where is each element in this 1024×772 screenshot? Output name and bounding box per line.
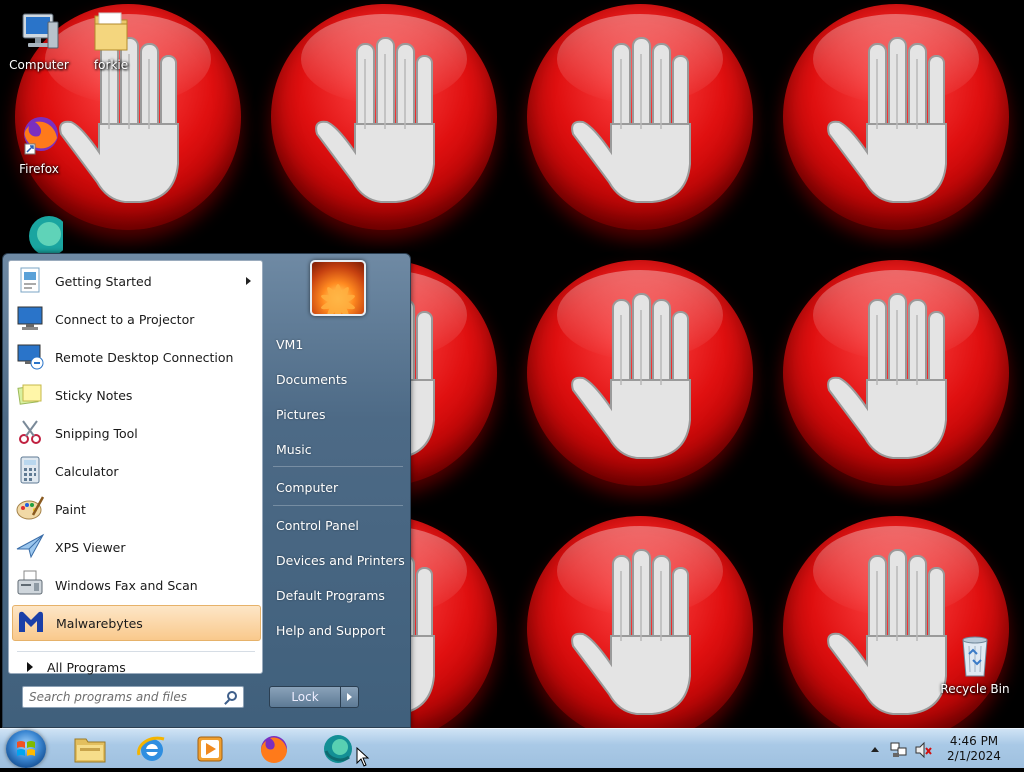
search-icon[interactable] bbox=[227, 691, 237, 701]
start-link-music[interactable]: Music bbox=[276, 442, 312, 457]
projector-icon bbox=[15, 303, 49, 335]
taskbar: 4:46 PM 2/1/2024 bbox=[0, 728, 1024, 768]
start-link-default-programs[interactable]: Default Programs bbox=[276, 588, 385, 603]
program-label: Sticky Notes bbox=[55, 387, 133, 403]
internet-explorer-icon bbox=[137, 736, 165, 761]
scissors-icon bbox=[15, 417, 49, 449]
wallpaper-hand-tile bbox=[527, 516, 753, 728]
program-item-paint[interactable]: Paint bbox=[12, 491, 261, 527]
taskbar-media-player-button[interactable] bbox=[182, 731, 238, 767]
search-placeholder: Search programs and files bbox=[29, 690, 187, 704]
firefox-icon bbox=[261, 736, 287, 763]
start-link-control-panel[interactable]: Control Panel bbox=[276, 518, 359, 533]
program-label: XPS Viewer bbox=[55, 539, 126, 555]
firefox-icon bbox=[15, 112, 63, 160]
start-menu-programs-pane: Getting Started Connect to a Projector Rem… bbox=[8, 260, 263, 675]
lock-label: Lock bbox=[291, 690, 319, 704]
program-item-windows-fax-and-scan[interactable]: Windows Fax and Scan bbox=[12, 567, 261, 603]
taskbar-internet-explorer-button[interactable] bbox=[124, 731, 180, 767]
program-item-getting-started[interactable]: Getting Started bbox=[12, 263, 261, 299]
program-item-remote-desktop-connection[interactable]: Remote Desktop Connection bbox=[12, 339, 261, 375]
explorer-icon bbox=[74, 738, 106, 763]
paint-palette-icon bbox=[15, 493, 49, 525]
submenu-arrow-icon[interactable] bbox=[246, 277, 251, 285]
wallpaper-hand-tile bbox=[783, 516, 1009, 728]
wallpaper-hand-tile bbox=[783, 4, 1009, 230]
desktop-icon-firefox[interactable]: Firefox bbox=[4, 112, 74, 176]
getting-started-icon bbox=[15, 265, 49, 297]
start-button[interactable] bbox=[6, 730, 46, 768]
wallpaper-hand-tile bbox=[527, 4, 753, 230]
lock-button[interactable]: Lock bbox=[269, 686, 359, 708]
sticky-notes-icon bbox=[15, 379, 49, 411]
program-label: Connect to a Projector bbox=[55, 311, 195, 327]
media-player-icon bbox=[197, 736, 223, 762]
start-link-vm1[interactable]: VM1 bbox=[276, 337, 303, 352]
program-label: Malwarebytes bbox=[56, 615, 143, 631]
program-label: Paint bbox=[55, 501, 86, 517]
program-item-calculator[interactable]: Calculator bbox=[12, 453, 261, 489]
calculator-icon bbox=[15, 455, 49, 487]
malwarebytes-icon bbox=[16, 607, 50, 639]
wallpaper-hand-tile bbox=[783, 260, 1009, 486]
all-programs-label: All Programs bbox=[47, 659, 126, 675]
start-link-help-and-support[interactable]: Help and Support bbox=[276, 623, 385, 638]
clock-time: 4:46 PM bbox=[949, 734, 999, 748]
desktop-icon-forkie-folder[interactable]: forkie bbox=[76, 8, 146, 72]
program-item-connect-to-a-projector[interactable]: Connect to a Projector bbox=[12, 301, 261, 337]
divider bbox=[273, 505, 403, 506]
taskbar-clock[interactable]: 4:46 PM 2/1/2024 bbox=[940, 734, 1008, 764]
program-item-sticky-notes[interactable]: Sticky Notes bbox=[12, 377, 261, 413]
xps-viewer-icon bbox=[15, 531, 49, 563]
windows-logo-icon bbox=[17, 741, 35, 756]
mouse-cursor-icon bbox=[356, 747, 370, 767]
start-menu: Getting Started Connect to a Projector Rem… bbox=[2, 253, 411, 728]
program-label: Calculator bbox=[55, 463, 119, 479]
search-input[interactable]: Search programs and files bbox=[22, 686, 244, 708]
divider bbox=[273, 466, 403, 467]
desktop-icon-computer[interactable]: Computer bbox=[4, 8, 74, 72]
taskbar-explorer-button[interactable] bbox=[62, 731, 118, 767]
program-label: Snipping Tool bbox=[55, 425, 138, 441]
volume-muted-icon[interactable] bbox=[914, 741, 934, 759]
fax-icon bbox=[15, 569, 49, 601]
divider bbox=[17, 651, 255, 652]
wallpaper-hand-tile bbox=[527, 260, 753, 486]
network-icon[interactable] bbox=[889, 741, 909, 759]
triangle-right-icon bbox=[27, 662, 33, 672]
taskbar-firefox-button[interactable] bbox=[246, 731, 302, 767]
program-label: Remote Desktop Connection bbox=[55, 349, 234, 365]
program-label: Windows Fax and Scan bbox=[55, 577, 198, 593]
show-hidden-icons-icon[interactable] bbox=[870, 745, 880, 753]
wallpaper-hand-tile bbox=[271, 4, 497, 230]
clock-date: 2/1/2024 bbox=[947, 749, 1001, 763]
recycle-bin-icon bbox=[951, 632, 999, 680]
desktop-icon-recycle-bin[interactable]: Recycle Bin bbox=[940, 632, 1010, 696]
shutdown-options-arrow-icon[interactable] bbox=[347, 693, 352, 701]
computer-icon bbox=[15, 8, 63, 56]
program-item-xps-viewer[interactable]: XPS Viewer bbox=[12, 529, 261, 565]
program-item-malwarebytes[interactable]: Malwarebytes bbox=[12, 605, 261, 641]
start-link-devices-and-printers[interactable]: Devices and Printers bbox=[276, 553, 405, 568]
program-item-snipping-tool[interactable]: Snipping Tool bbox=[12, 415, 261, 451]
start-link-documents[interactable]: Documents bbox=[276, 372, 347, 387]
remote-desktop-icon bbox=[15, 341, 49, 373]
all-programs-button[interactable]: All Programs bbox=[17, 656, 257, 678]
edge-icon bbox=[324, 735, 352, 763]
folder-icon bbox=[87, 8, 135, 56]
start-link-computer[interactable]: Computer bbox=[276, 480, 338, 495]
user-avatar[interactable] bbox=[310, 260, 366, 316]
program-label: Getting Started bbox=[55, 273, 152, 289]
start-link-pictures[interactable]: Pictures bbox=[276, 407, 326, 422]
